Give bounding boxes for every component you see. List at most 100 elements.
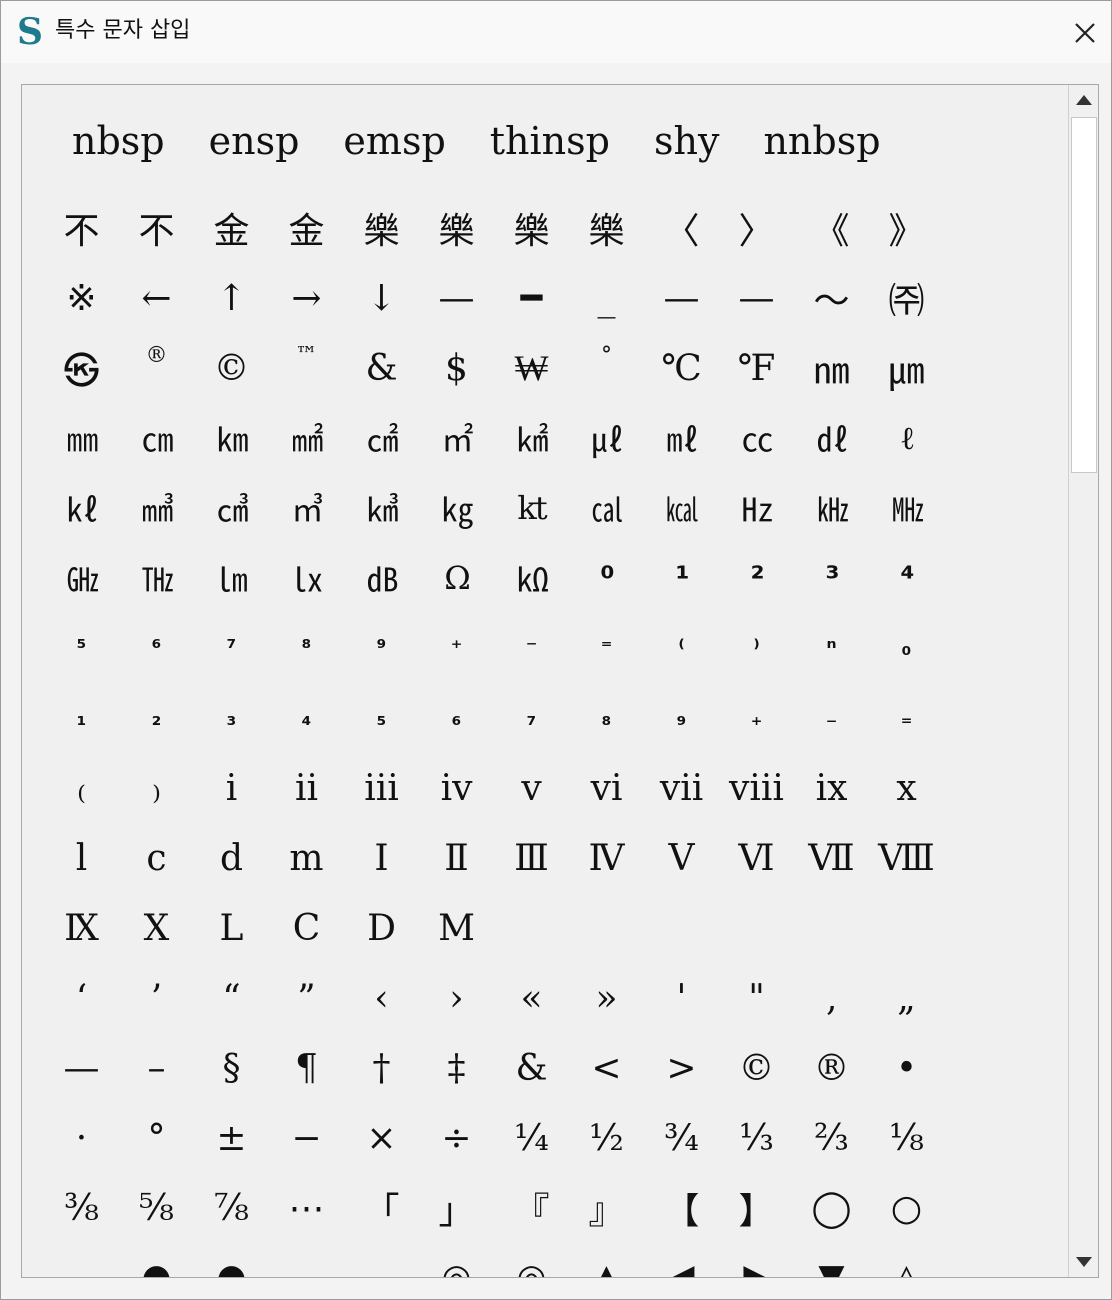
space-char-nbsp[interactable]: nbsp <box>72 119 165 163</box>
char-cell[interactable]: ㎜ <box>44 403 119 473</box>
char-cell[interactable]: 金 <box>269 193 344 263</box>
char-cell[interactable]: ℓ <box>869 403 944 473</box>
char-cell[interactable]: ₈ <box>569 683 644 753</box>
char-cell[interactable]: Ⅽ <box>269 893 344 963</box>
char-cell[interactable]: ━ <box>494 263 569 333</box>
char-cell[interactable]: – <box>119 1033 194 1103</box>
char-cell[interactable]: ○ <box>869 1173 944 1243</box>
char-cell[interactable]: Ⅳ <box>569 823 644 893</box>
char-cell[interactable]: 不 <box>119 193 194 263</box>
char-cell[interactable]: › <box>419 963 494 1033</box>
scroll-up-button[interactable] <box>1069 85 1098 115</box>
char-cell[interactable]: ₊ <box>719 683 794 753</box>
char-cell[interactable]: — <box>644 263 719 333</box>
char-cell[interactable]: ㏓ <box>269 543 344 613</box>
char-cell[interactable]: ⅶ <box>644 753 719 823</box>
char-cell[interactable]: △ <box>869 1257 944 1277</box>
char-cell[interactable]: ₃ <box>194 683 269 753</box>
char-cell[interactable]: ㏐ <box>194 543 269 613</box>
char-cell[interactable]: ⁿ <box>794 613 869 683</box>
char-cell[interactable]: > <box>644 1033 719 1103</box>
char-cell[interactable]: ㉿ <box>44 333 119 403</box>
char-cell[interactable]: ℉ <box>719 333 794 403</box>
char-cell[interactable]: ㎑ <box>794 473 869 543</box>
char-cell[interactable]: ₋ <box>794 683 869 753</box>
char-cell[interactable]: ⅲ <box>344 753 419 823</box>
char-cell[interactable]: ㎚ <box>794 333 869 403</box>
char-cell[interactable]: 」 <box>419 1173 494 1243</box>
char-cell[interactable]: ㎓ <box>44 543 119 613</box>
char-cell[interactable]: « <box>494 963 569 1033</box>
char-cell[interactable]: ㈜ <box>869 263 944 333</box>
char-cell[interactable]: ⅰ <box>194 753 269 823</box>
char-cell[interactable]: ● <box>194 1257 269 1277</box>
char-cell[interactable]: ㎖ <box>644 403 719 473</box>
char-cell[interactable]: ㎦ <box>344 473 419 543</box>
char-cell[interactable]: _ <box>569 263 644 333</box>
char-cell[interactable]: ㎞ <box>194 403 269 473</box>
char-cell[interactable]: Ⅷ <box>869 823 944 893</box>
char-cell[interactable]: ⅿ <box>269 823 344 893</box>
char-cell[interactable]: ⅼ <box>44 823 119 893</box>
char-cell[interactable]: ↓ <box>344 263 419 333</box>
char-cell[interactable]: ← <box>119 263 194 333</box>
char-cell[interactable]: ⅳ <box>419 753 494 823</box>
char-cell[interactable]: ⁵ <box>44 613 119 683</box>
char-cell[interactable]: ⁹ <box>344 613 419 683</box>
char-cell[interactable]: ⅷ <box>719 753 794 823</box>
char-cell[interactable]: ㎟ <box>269 403 344 473</box>
char-cell[interactable]: 【 <box>644 1173 719 1243</box>
char-cell[interactable]: Ω <box>419 543 494 613</box>
char-cell[interactable]: ㎠ <box>344 403 419 473</box>
char-cell[interactable]: 「 <box>344 1173 419 1243</box>
char-cell[interactable]: ㏈ <box>344 543 419 613</box>
char-cell[interactable]: ¾ <box>644 1103 719 1173</box>
char-cell[interactable]: ⅸ <box>794 753 869 823</box>
char-cell[interactable]: Ⅿ <box>419 893 494 963</box>
char-cell[interactable]: ⁻ <box>494 613 569 683</box>
char-cell[interactable]: $ <box>419 333 494 403</box>
char-cell[interactable]: ⁶ <box>119 613 194 683</box>
char-cell[interactable]: ' <box>644 963 719 1033</box>
char-cell[interactable]: Ⅸ <box>44 893 119 963</box>
char-cell[interactable]: 〈 <box>644 193 719 263</box>
vertical-scrollbar[interactable] <box>1068 85 1098 1277</box>
char-cell[interactable]: ㎈ <box>569 473 644 543</box>
char-cell[interactable]: ⅜ <box>44 1173 119 1243</box>
char-cell[interactable]: ® <box>119 333 194 403</box>
char-cell[interactable]: ½ <box>569 1103 644 1173</box>
char-cell[interactable]: ₄ <box>269 683 344 753</box>
char-cell[interactable]: ‡ <box>419 1033 494 1103</box>
char-cell[interactable]: 金 <box>194 193 269 263</box>
char-cell[interactable]: " <box>719 963 794 1033</box>
char-cell[interactable]: ± <box>194 1103 269 1173</box>
char-cell[interactable]: ㎒ <box>869 473 944 543</box>
char-cell[interactable]: ⁸ <box>269 613 344 683</box>
char-cell[interactable]: ₅ <box>344 683 419 753</box>
char-cell[interactable]: ※ <box>44 263 119 333</box>
char-cell[interactable]: ㎘ <box>44 473 119 543</box>
char-cell[interactable]: Ⅵ <box>719 823 794 893</box>
char-cell[interactable]: ₎ <box>119 753 194 823</box>
char-cell[interactable]: ㏄ <box>719 403 794 473</box>
char-cell[interactable]: 》 <box>869 193 944 263</box>
char-cell[interactable]: ⅓ <box>719 1103 794 1173</box>
char-cell[interactable]: § <box>194 1033 269 1103</box>
char-cell[interactable]: ◎ <box>419 1257 494 1277</box>
char-cell[interactable]: ‹ <box>344 963 419 1033</box>
char-cell[interactable]: ⁺ <box>419 613 494 683</box>
char-cell[interactable]: Ⅱ <box>419 823 494 893</box>
char-cell[interactable]: ㎉ <box>644 473 719 543</box>
char-cell[interactable]: ’ <box>119 963 194 1033</box>
char-cell[interactable]: ㎐ <box>719 473 794 543</box>
char-cell[interactable]: ⁼ <box>569 613 644 683</box>
char-cell[interactable]: ₂ <box>119 683 194 753</box>
char-cell[interactable]: ⅱ <box>269 753 344 823</box>
char-cell[interactable]: ‚ <box>794 963 869 1033</box>
char-cell[interactable]: „ <box>869 963 944 1033</box>
char-cell[interactable]: ㎣ <box>119 473 194 543</box>
char-cell[interactable]: 】 <box>719 1173 794 1243</box>
char-cell[interactable]: ㎕ <box>569 403 644 473</box>
char-cell[interactable]: ㎤ <box>194 473 269 543</box>
space-char-shy[interactable]: shy <box>654 119 719 163</box>
